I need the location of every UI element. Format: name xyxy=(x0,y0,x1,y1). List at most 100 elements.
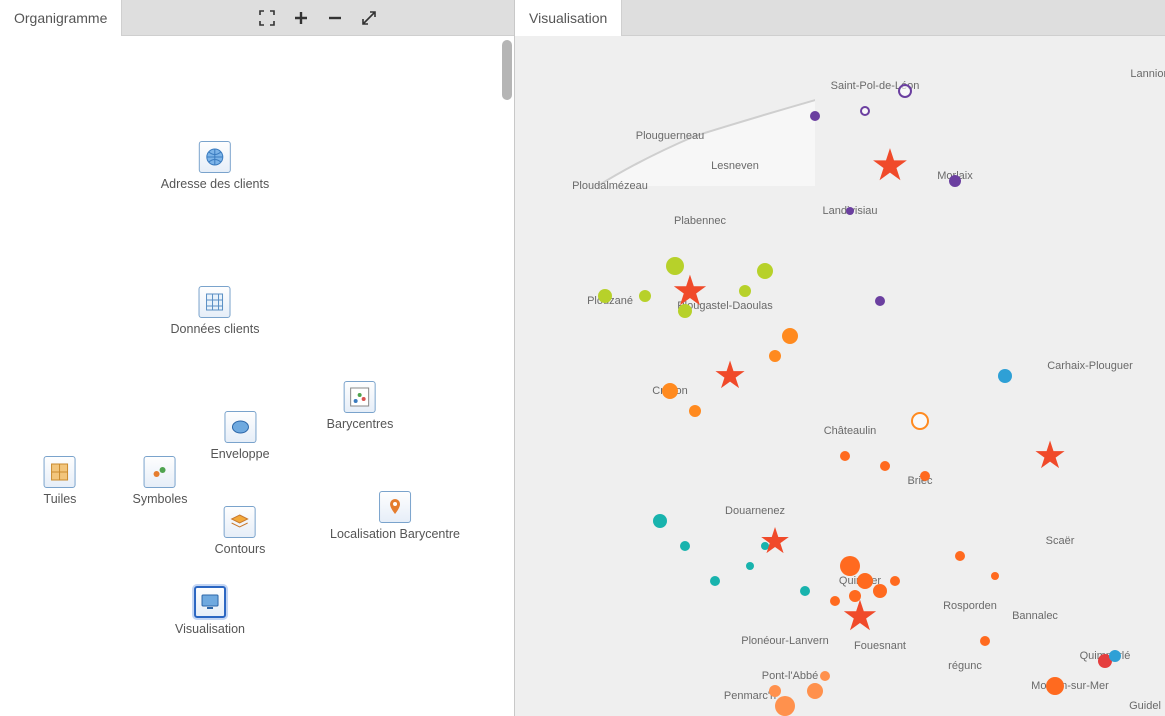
data-point[interactable] xyxy=(875,296,885,306)
data-point[interactable] xyxy=(807,683,823,699)
node-visualisation[interactable]: Visualisation xyxy=(175,586,245,636)
vertical-scrollbar[interactable] xyxy=(502,40,512,100)
city-label: Carhaix-Plouguer xyxy=(1047,360,1133,372)
city-label: Pont-l'Abbé xyxy=(762,670,819,682)
data-point[interactable] xyxy=(898,84,912,98)
city-label: Rosporden xyxy=(943,600,997,612)
layers-icon xyxy=(224,506,256,538)
fullscreen-icon[interactable] xyxy=(360,9,378,27)
data-point[interactable] xyxy=(739,285,751,297)
node-label: Enveloppe xyxy=(210,447,269,461)
data-point[interactable] xyxy=(857,573,873,589)
data-point[interactable] xyxy=(840,451,850,461)
data-point[interactable] xyxy=(880,461,890,471)
data-point[interactable] xyxy=(746,562,754,570)
tiles-icon xyxy=(44,456,76,488)
city-label: Plonéour-Lanvern xyxy=(741,635,828,647)
data-point[interactable] xyxy=(639,290,651,302)
city-label: Châteaulin xyxy=(824,425,877,437)
data-point[interactable] xyxy=(769,685,781,697)
data-point[interactable] xyxy=(710,576,720,586)
data-point[interactable] xyxy=(980,636,990,646)
pins-icon xyxy=(144,456,176,488)
city-label: Fouesnant xyxy=(854,640,906,652)
node-label: Contours xyxy=(215,542,266,556)
data-point[interactable] xyxy=(662,383,678,399)
zoom-toolbar xyxy=(122,9,514,27)
node-label: Localisation Barycentre xyxy=(330,527,460,541)
node-adresse[interactable]: Adresse des clients xyxy=(161,141,269,191)
data-point[interactable] xyxy=(920,471,930,481)
barycenter-star[interactable]: ★ xyxy=(713,357,747,395)
map-canvas[interactable]: LannionSaint-Pol-de-LéonMorlaixPlouguern… xyxy=(515,36,1165,716)
app-root: Organigramme xyxy=(0,0,1165,716)
node-localisation[interactable]: Localisation Barycentre xyxy=(330,491,460,541)
data-point[interactable] xyxy=(830,596,840,606)
node-label: Barycentres xyxy=(327,417,394,431)
data-point[interactable] xyxy=(680,541,690,551)
data-point[interactable] xyxy=(769,350,781,362)
city-label: Guidel xyxy=(1129,700,1161,712)
node-tuiles[interactable]: Tuiles xyxy=(44,456,77,506)
data-point[interactable] xyxy=(775,696,795,716)
left-toolbar: Organigramme xyxy=(0,0,514,36)
data-point[interactable] xyxy=(782,328,798,344)
node-enveloppe[interactable]: Enveloppe xyxy=(210,411,269,461)
tab-visualisation[interactable]: Visualisation xyxy=(515,0,622,36)
grid-icon xyxy=(199,286,231,318)
node-contours[interactable]: Contours xyxy=(215,506,266,556)
zoom-out-icon[interactable] xyxy=(326,9,344,27)
pin-icon xyxy=(379,491,411,523)
data-point[interactable] xyxy=(820,671,830,681)
barycenter-star[interactable]: ★ xyxy=(841,595,879,637)
tab-organigramme[interactable]: Organigramme xyxy=(0,0,122,36)
data-point[interactable] xyxy=(846,207,854,215)
node-label: Symboles xyxy=(133,492,188,506)
barycenter-star[interactable]: ★ xyxy=(1033,437,1067,475)
city-label: Bannalec xyxy=(1012,610,1058,622)
data-point[interactable] xyxy=(598,289,612,303)
city-label: régunc xyxy=(948,660,982,672)
right-toolbar: Visualisation xyxy=(515,0,1165,36)
visualisation-panel: Visualisation LannionSaint-Pol-d xyxy=(515,0,1165,716)
region-icon xyxy=(224,411,256,443)
data-point[interactable] xyxy=(998,369,1012,383)
data-point[interactable] xyxy=(890,576,900,586)
map-base xyxy=(515,36,815,186)
flowchart-canvas[interactable]: Adresse des clients Données clients Baryce… xyxy=(0,36,514,716)
organigramme-panel: Organigramme xyxy=(0,0,515,716)
data-point[interactable] xyxy=(1046,677,1064,695)
data-point[interactable] xyxy=(800,586,810,596)
data-point[interactable] xyxy=(689,405,701,417)
data-point[interactable] xyxy=(860,106,870,116)
data-point[interactable] xyxy=(840,556,860,576)
node-symboles[interactable]: Symboles xyxy=(133,456,188,506)
node-label: Visualisation xyxy=(175,622,245,636)
city-label: Douarnenez xyxy=(725,505,785,517)
data-point[interactable] xyxy=(653,514,667,528)
city-label: Lannion xyxy=(1130,68,1165,80)
node-barycentres[interactable]: Barycentres xyxy=(327,381,394,431)
data-point[interactable] xyxy=(1109,650,1121,662)
data-point[interactable] xyxy=(911,412,929,430)
fit-icon[interactable] xyxy=(258,9,276,27)
data-point[interactable] xyxy=(949,175,961,187)
node-label: Tuiles xyxy=(44,492,77,506)
barycenter-star[interactable]: ★ xyxy=(870,144,909,188)
node-label: Données clients xyxy=(171,322,260,336)
barycenter-star[interactable]: ★ xyxy=(759,523,791,559)
data-point[interactable] xyxy=(757,263,773,279)
city-label: Moëlan-sur-Mer xyxy=(1031,680,1109,692)
barycenter-star[interactable]: ★ xyxy=(671,270,709,312)
city-label: Scaër xyxy=(1046,535,1075,547)
zoom-in-icon[interactable] xyxy=(292,9,310,27)
data-point[interactable] xyxy=(955,551,965,561)
node-label: Adresse des clients xyxy=(161,177,269,191)
data-point[interactable] xyxy=(810,111,820,121)
globe-icon xyxy=(199,141,231,173)
monitor-icon xyxy=(194,586,226,618)
scatter-icon xyxy=(344,381,376,413)
node-donnees[interactable]: Données clients xyxy=(171,286,260,336)
city-label: Plabennec xyxy=(674,215,726,227)
data-point[interactable] xyxy=(991,572,999,580)
